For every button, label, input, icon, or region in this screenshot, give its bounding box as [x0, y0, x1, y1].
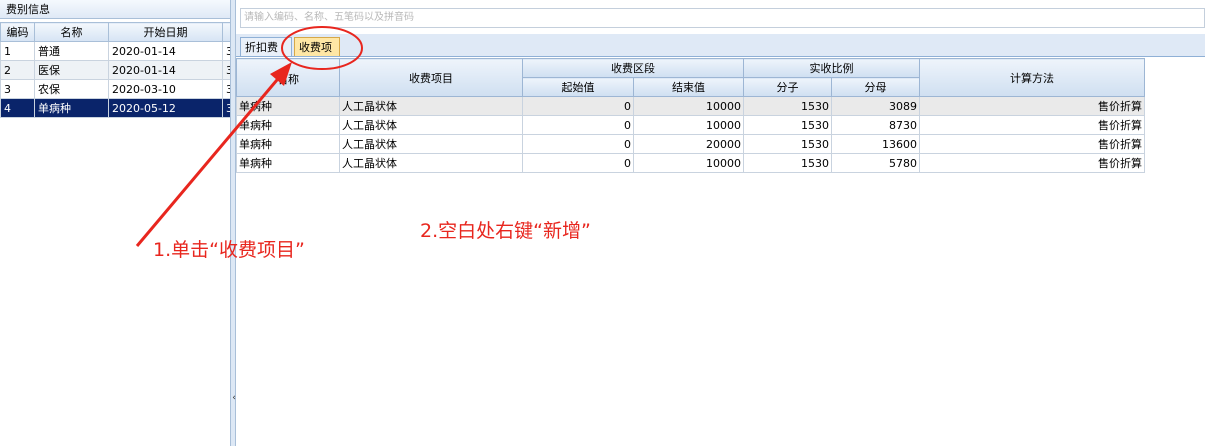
cell-denominator: 5780	[831, 153, 920, 173]
tab-discount-fee-type[interactable]: 折扣费别	[240, 37, 292, 73]
cell-name: 单病种	[236, 96, 340, 116]
table-row[interactable]: 单病种 人工晶状体 0 10000 1530 5780 售价折算	[236, 153, 1145, 173]
cell-name: 医保	[34, 60, 109, 80]
cell-start: 0	[522, 115, 634, 135]
table-row[interactable]: 3 农保 2020-03-10 3	[0, 79, 231, 99]
annotation-step1: 1.单击“收费项目”	[153, 239, 305, 261]
cell-code: 2	[0, 60, 35, 80]
fee-type-table: 编码 名称 开始日期 1 普通 2020-01-14 3 2 医保 2020-0…	[0, 22, 231, 118]
column-header-name[interactable]: 名称	[34, 22, 109, 42]
cell-date: 2020-01-14	[108, 60, 223, 80]
table-row[interactable]: 1 普通 2020-01-14 3	[0, 41, 231, 61]
column-group-charge-range: 收费区段	[522, 58, 744, 78]
table-row[interactable]: 单病种 人工晶状体 0 20000 1530 13600 售价折算	[236, 134, 1145, 154]
cell-name: 普通	[34, 41, 109, 61]
cell-item: 人工晶状体	[339, 153, 523, 173]
tab-charge-items[interactable]: 收费项目	[294, 37, 340, 73]
cell-end: 10000	[633, 96, 744, 116]
cell-item: 人工晶状体	[339, 134, 523, 154]
cell-code: 4	[0, 98, 35, 118]
cell-method: 售价折算	[919, 134, 1145, 154]
cell-end: 20000	[633, 134, 744, 154]
cell-denominator: 8730	[831, 115, 920, 135]
cell-date: 2020-05-12	[108, 98, 223, 118]
tab-strip: 折扣费别 收费项目	[236, 34, 1205, 73]
cell-numerator: 1530	[743, 153, 832, 173]
cell-numerator: 1530	[743, 134, 832, 154]
fee-type-panel: 费别信息 编码 名称 开始日期 1 普通 2020-01-14 3 2 医保 2…	[0, 0, 231, 446]
column-group-actual-ratio: 实收比例	[743, 58, 920, 78]
cell-date: 2020-03-10	[108, 79, 223, 99]
collapse-arrow-icon[interactable]: ‹	[231, 392, 237, 404]
cell-method: 售价折算	[919, 115, 1145, 135]
column-header-range-end[interactable]: 结束值	[633, 77, 744, 97]
cell-start: 0	[522, 153, 634, 173]
cell-end: 10000	[633, 115, 744, 135]
table-row-selected[interactable]: 4 单病种 2020-05-12 3	[0, 98, 231, 118]
cell-denominator: 3089	[831, 96, 920, 116]
column-header-denominator[interactable]: 分母	[831, 77, 920, 97]
cell-date: 2020-01-14	[108, 41, 223, 61]
cell-end: 10000	[633, 153, 744, 173]
cell-method: 售价折算	[919, 153, 1145, 173]
column-header-numerator[interactable]: 分子	[743, 77, 832, 97]
search-input[interactable]: 请输入编码、名称、五笔码以及拼音码	[240, 8, 1205, 28]
cell-name: 单病种	[236, 134, 340, 154]
cell-numerator: 1530	[743, 96, 832, 116]
cell-item: 人工晶状体	[339, 115, 523, 135]
column-header-code[interactable]: 编码	[0, 22, 35, 42]
column-header-start-date[interactable]: 开始日期	[108, 22, 223, 42]
cell-numerator: 1530	[743, 115, 832, 135]
charge-item-table: 名称 收费项目 收费区段 实收比例 计算方法 起始值 结束值 分子 分母 单病种…	[236, 58, 1145, 173]
table-row[interactable]: 单病种 人工晶状体 0 10000 1530 3089 售价折算	[236, 96, 1145, 116]
cell-start: 0	[522, 134, 634, 154]
cell-code: 1	[0, 41, 35, 61]
fee-type-panel-title: 费别信息	[0, 0, 230, 19]
cell-name: 农保	[34, 79, 109, 99]
table-row[interactable]: 单病种 人工晶状体 0 10000 1530 8730 售价折算	[236, 115, 1145, 135]
column-header-charge-item[interactable]: 收费项目	[339, 58, 523, 97]
column-header-name[interactable]: 名称	[236, 58, 340, 97]
cell-method: 售价折算	[919, 96, 1145, 116]
table-row[interactable]: 2 医保 2020-01-14 3	[0, 60, 231, 80]
cell-name: 单病种	[34, 98, 109, 118]
cell-item: 人工晶状体	[339, 96, 523, 116]
cell-denominator: 13600	[831, 134, 920, 154]
cell-start: 0	[522, 96, 634, 116]
cell-name: 单病种	[236, 115, 340, 135]
cell-code: 3	[0, 79, 35, 99]
annotation-step2: 2.空白处右键“新增”	[420, 220, 591, 242]
cell-name: 单病种	[236, 153, 340, 173]
column-header-calc-method[interactable]: 计算方法	[919, 58, 1145, 97]
column-header-range-start[interactable]: 起始值	[522, 77, 634, 97]
